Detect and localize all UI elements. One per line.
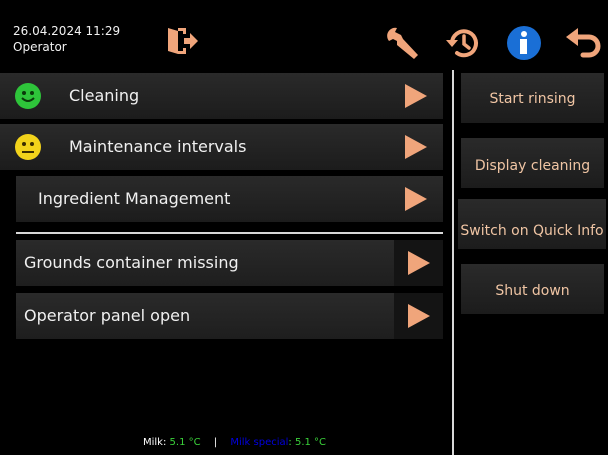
history-icon[interactable] xyxy=(443,23,483,63)
info-icon[interactable] xyxy=(504,23,544,63)
user-role: Operator xyxy=(13,40,67,54)
smiley-happy-icon xyxy=(15,83,41,109)
vertical-divider xyxy=(452,70,454,455)
divider xyxy=(16,232,443,234)
top-bar: 26.04.2024 11:29 Operator xyxy=(0,0,608,70)
smiley-neutral-icon xyxy=(15,134,41,160)
wrench-icon[interactable] xyxy=(381,23,421,63)
logout-icon[interactable] xyxy=(166,26,200,56)
message-operator-panel[interactable]: Operator panel open xyxy=(16,293,443,339)
menu-item-label: Ingredient Management xyxy=(38,189,231,208)
menu-item-ingredients[interactable]: Ingredient Management xyxy=(16,176,443,222)
milk-special-label: Milk special xyxy=(230,437,289,448)
menu-item-label: Maintenance intervals xyxy=(69,137,247,156)
arrow-right-icon xyxy=(405,187,427,211)
menu-item-label: Cleaning xyxy=(69,86,140,105)
datetime: 26.04.2024 11:29 xyxy=(13,24,121,38)
message-label: Operator panel open xyxy=(24,306,191,325)
milk-temperature: 5.1 °C xyxy=(169,437,201,448)
button-label: Switch on Quick Info xyxy=(460,223,604,239)
temperature-footer: Milk: 5.1 °C | Milk special: 5.1 °C xyxy=(143,437,326,449)
message-arrow-button[interactable] xyxy=(394,293,443,339)
button-label: Shut down xyxy=(495,283,570,299)
arrow-right-icon xyxy=(408,304,430,328)
message-label: Grounds container missing xyxy=(24,253,239,272)
arrow-right-icon xyxy=(405,135,427,159)
quick-info-button[interactable]: Switch on Quick Info xyxy=(458,199,606,249)
milk-label: Milk: xyxy=(143,437,167,448)
menu-item-maintenance[interactable]: Maintenance intervals xyxy=(0,124,443,170)
footer-separator: | xyxy=(213,437,218,448)
menu-item-cleaning[interactable]: Cleaning xyxy=(0,73,443,119)
shut-down-button[interactable]: Shut down xyxy=(461,264,604,314)
start-rinsing-button[interactable]: Start rinsing xyxy=(461,73,604,123)
back-icon[interactable] xyxy=(563,23,603,63)
milk-special-temperature: : 5.1 °C xyxy=(288,437,327,448)
message-arrow-button[interactable] xyxy=(394,240,443,286)
button-label: Start rinsing xyxy=(489,91,576,107)
arrow-right-icon xyxy=(408,251,430,275)
display-cleaning-button[interactable]: Display cleaning xyxy=(461,138,604,188)
arrow-right-icon xyxy=(405,84,427,108)
message-grounds-container[interactable]: Grounds container missing xyxy=(16,240,443,286)
button-label: Display cleaning xyxy=(474,158,591,174)
